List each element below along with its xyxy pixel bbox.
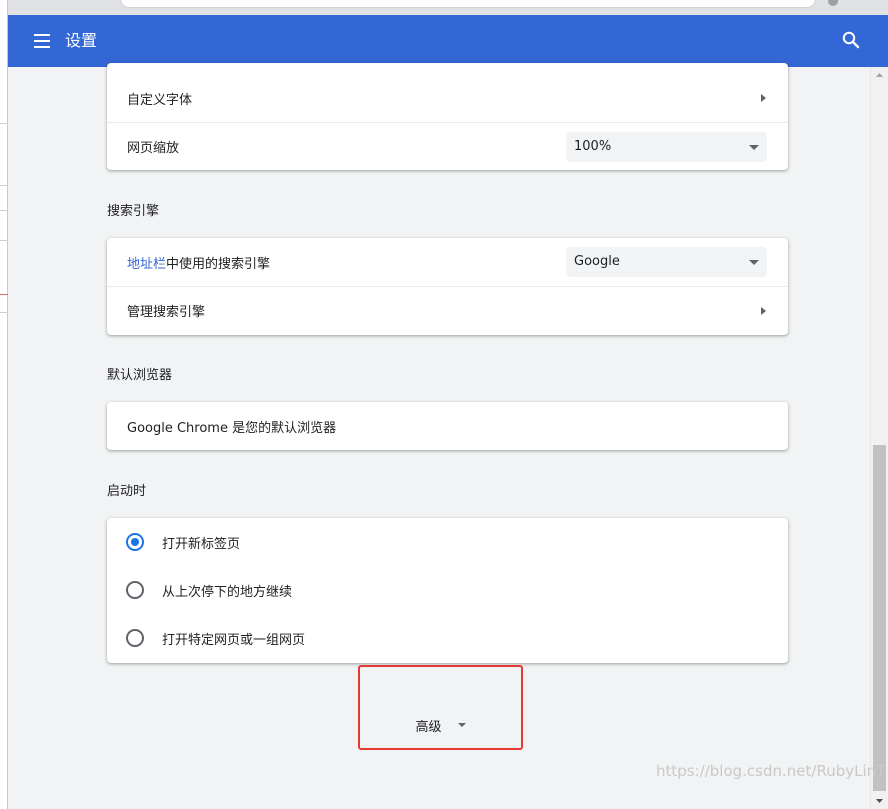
menu-icon[interactable] [32, 31, 52, 51]
address-bar-link[interactable]: 地址栏 [127, 257, 166, 272]
search-engine-select[interactable]: Google [566, 247, 767, 277]
dropdown-arrow-icon [749, 260, 759, 265]
default-browser-status: Google Chrome 是您的默认浏览器 [127, 420, 337, 436]
scroll-down-arrow-icon[interactable] [871, 792, 888, 809]
scrollbar[interactable] [870, 67, 888, 809]
custom-fonts-label: 自定义字体 [127, 92, 193, 108]
on-startup-card: 打开新标签页 从上次停下的地方继续 打开特定网页或一组网页 [107, 518, 788, 663]
search-icon[interactable] [840, 29, 862, 51]
background-divider [0, 210, 8, 211]
advanced-label: 高级 [415, 719, 442, 735]
on-startup-heading: 启动时 [107, 484, 147, 499]
background-divider [0, 240, 8, 241]
background-divider [0, 123, 8, 124]
radio-unchecked-icon[interactable] [126, 629, 144, 647]
chevron-right-icon [761, 94, 766, 102]
chevron-right-icon [761, 306, 766, 315]
custom-fonts-row[interactable]: 自定义字体 [107, 63, 788, 122]
appearance-card: 自定义字体 网页缩放 100% [107, 63, 788, 170]
omnibox[interactable] [120, 0, 816, 8]
background-divider [0, 312, 8, 313]
highlight-box: 高级 [358, 665, 523, 750]
settings-window: 设置 自定义字体 网页缩放 100% 搜索引擎 地址栏中使用的搜索引擎 Goog… [8, 15, 888, 809]
search-engine-value: Google [574, 254, 620, 269]
chevron-down-icon [457, 723, 466, 727]
radio-unchecked-icon[interactable] [126, 581, 144, 599]
watermark: https://blog.csdn.net/RubyLinT [656, 762, 886, 780]
startup-option-label: 从上次停下的地方继续 [162, 584, 293, 600]
page-zoom-row: 网页缩放 100% [107, 122, 788, 170]
background-divider [0, 294, 8, 295]
page-title: 设置 [65, 31, 98, 50]
startup-option-new-tab[interactable]: 打开新标签页 [107, 518, 788, 566]
settings-toolbar: 设置 [8, 15, 888, 67]
default-browser-heading: 默认浏览器 [107, 368, 173, 383]
background-divider [0, 185, 8, 186]
scroll-thumb[interactable] [873, 445, 886, 791]
page-zoom-value: 100% [574, 139, 612, 154]
search-engine-card: 地址栏中使用的搜索引擎 Google 管理搜索引擎 [107, 238, 788, 335]
browser-tabstrip [8, 0, 888, 15]
advanced-button[interactable]: 高级 [360, 713, 521, 737]
default-browser-card: Google Chrome 是您的默认浏览器 [107, 402, 788, 450]
startup-option-continue[interactable]: 从上次停下的地方继续 [107, 566, 788, 614]
manage-search-engines-row[interactable]: 管理搜索引擎 [107, 286, 788, 334]
default-browser-row: Google Chrome 是您的默认浏览器 [107, 402, 788, 450]
startup-option-label: 打开特定网页或一组网页 [162, 632, 306, 648]
startup-option-label: 打开新标签页 [162, 536, 241, 552]
dropdown-arrow-icon [749, 145, 759, 150]
address-bar-engine-label-text: 中使用的搜索引擎 [166, 256, 271, 272]
manage-search-engines-label: 管理搜索引擎 [127, 305, 206, 320]
background-window-edge [0, 0, 8, 809]
search-engine-heading: 搜索引擎 [107, 204, 160, 219]
radio-checked-icon[interactable] [126, 533, 144, 551]
startup-option-specific-pages[interactable]: 打开特定网页或一组网页 [107, 614, 788, 662]
address-bar-engine-row: 地址栏中使用的搜索引擎 Google [107, 238, 788, 286]
profile-icon[interactable] [828, 0, 838, 6]
settings-content: 自定义字体 网页缩放 100% 搜索引擎 地址栏中使用的搜索引擎 Google [8, 63, 870, 809]
page-zoom-select[interactable]: 100% [566, 132, 767, 162]
scroll-up-arrow-icon[interactable] [871, 67, 888, 84]
